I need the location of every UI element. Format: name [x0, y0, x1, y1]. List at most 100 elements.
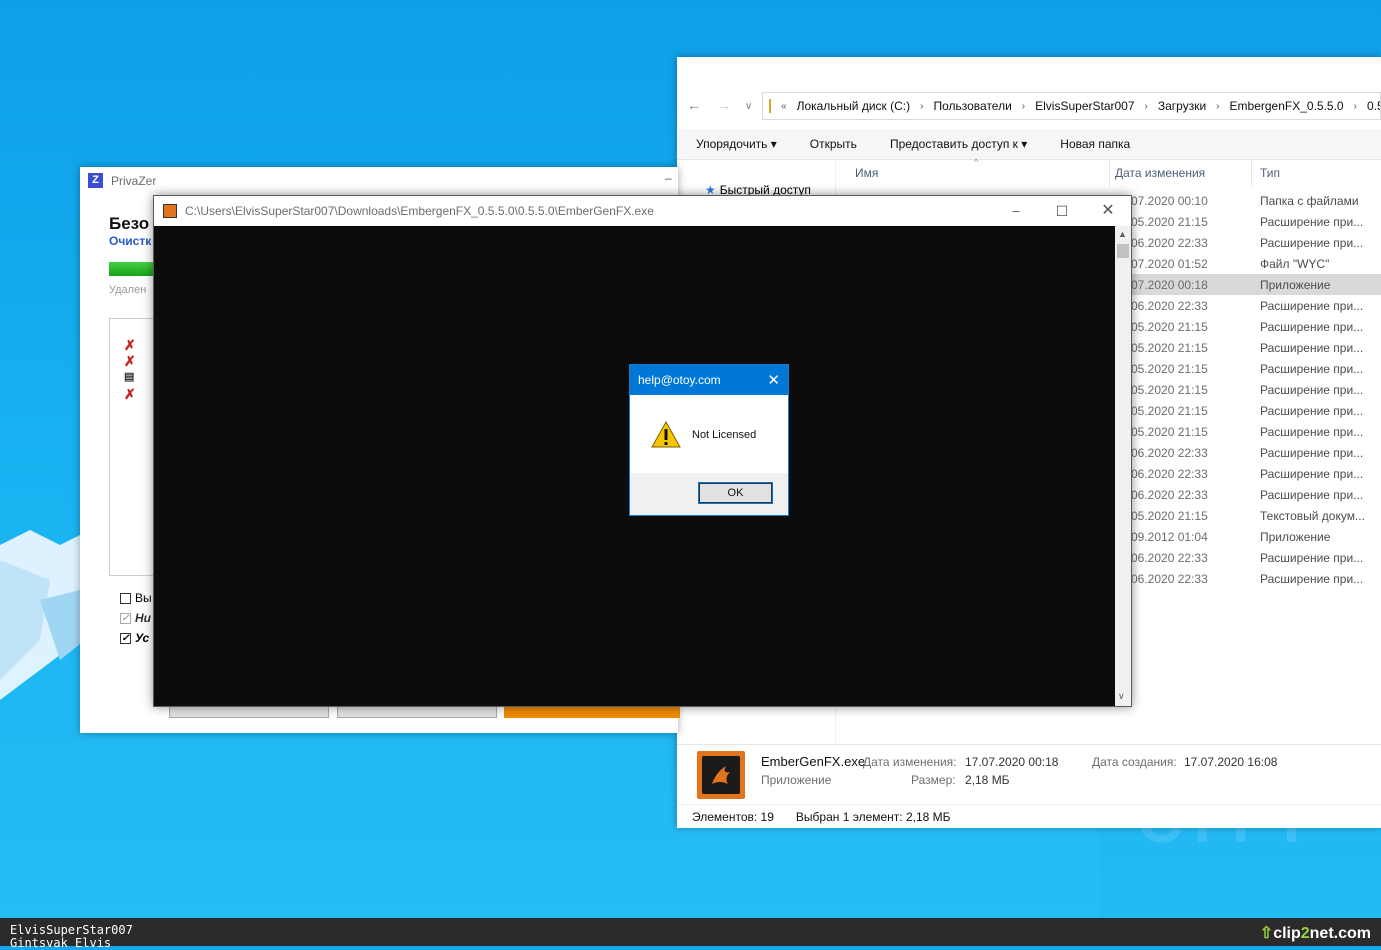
details-created-label: Дата создания:: [1092, 755, 1177, 769]
dialog-footer: OK: [630, 473, 788, 515]
file-row[interactable]: 05.2020 21:15 Текстовый докум...: [1129, 505, 1381, 526]
file-row[interactable]: 05.2020 21:15 Расширение при...: [1129, 211, 1381, 232]
warning-icon: [651, 421, 681, 448]
new-folder-button[interactable]: Новая папка: [1041, 137, 1144, 151]
minimize-icon[interactable]: –: [665, 171, 672, 185]
breadcrumb-separator-icon[interactable]: ›: [1354, 101, 1357, 112]
username-line2: Gintsvak Elvis: [10, 936, 112, 950]
checkbox-checked[interactable]: ✓: [120, 632, 131, 644]
scroll-up-arrow-icon[interactable]: ▲: [1118, 229, 1127, 239]
file-date: 06.2020 22:33: [1131, 298, 1208, 313]
file-row[interactable]: 09.2012 01:04 Приложение: [1129, 526, 1381, 547]
forward-arrow-icon[interactable]: →: [717, 97, 731, 113]
option-checkbox-3[interactable]: ✓ Ус: [120, 631, 149, 645]
overflow-chevron-icon[interactable]: «: [781, 101, 787, 112]
item-count: Элементов: 19: [692, 809, 774, 824]
dropdown-arrow-icon: ▾: [1021, 137, 1028, 151]
privazer-titlebar[interactable]: Z PrivaZer: [88, 173, 156, 188]
column-header-type[interactable]: Тип: [1260, 160, 1370, 186]
back-arrow-icon[interactable]: ←: [687, 97, 701, 113]
column-divider[interactable]: [1251, 160, 1252, 186]
progress-bar: [109, 262, 155, 276]
column-date-label: Дата изменения: [1115, 166, 1206, 180]
column-divider[interactable]: [1109, 160, 1110, 186]
scroll-thumb[interactable]: [1117, 244, 1129, 258]
file-row[interactable]: 06.2020 22:33 Расширение при...: [1129, 232, 1381, 253]
file-date: 06.2020 22:33: [1131, 487, 1208, 502]
breadcrumb-separator-icon[interactable]: ›: [1216, 101, 1219, 112]
watermark-part-b: 2: [1300, 925, 1310, 942]
file-row[interactable]: 07.2020 00:18 Приложение: [1129, 274, 1381, 295]
file-row[interactable]: 06.2020 22:33 Расширение при...: [1129, 484, 1381, 505]
option-checkbox-2[interactable]: ✓ Ни: [120, 611, 151, 625]
share-label: Предоставить доступ к: [889, 137, 1018, 151]
ok-button[interactable]: OK: [698, 482, 773, 504]
explorer-toolbar: Упорядочить ▾ Открыть Предоставить досту…: [677, 129, 1381, 160]
minimize-icon[interactable]: –: [993, 196, 1039, 226]
details-kind: Приложение: [761, 773, 832, 787]
column-header-name[interactable]: Имя: [855, 160, 1115, 186]
embergen-logo-icon: [702, 756, 740, 794]
option-label-1: Вы: [135, 591, 152, 605]
dialog-titlebar[interactable]: help@otoy.com: [630, 365, 788, 395]
file-row[interactable]: 06.2020 22:33 Расширение при...: [1129, 442, 1381, 463]
file-type: Приложение: [1260, 277, 1331, 292]
console-titlebar[interactable]: C:\Users\ElvisSuperStar007\Downloads\Emb…: [154, 196, 1131, 226]
column-name-label: Имя: [855, 166, 879, 180]
selection-info: Выбран 1 элемент: 2,18 МБ: [795, 809, 951, 824]
file-row[interactable]: 05.2020 21:15 Расширение при...: [1129, 400, 1381, 421]
close-icon[interactable]: ✕: [1085, 196, 1131, 226]
file-row[interactable]: 06.2020 22:33 Расширение при...: [1129, 295, 1381, 316]
vertical-scrollbar[interactable]: ▲ ∨: [1115, 226, 1131, 706]
breadcrumb-embergen[interactable]: EmbergenFX_0.5.5.0: [1230, 99, 1344, 113]
file-date: 07.2020 01:52: [1131, 256, 1208, 271]
file-row[interactable]: 07.2020 01:52 Файл "WYC": [1129, 253, 1381, 274]
open-button[interactable]: Открыть: [791, 137, 871, 151]
file-row[interactable]: 05.2020 21:15 Расширение при...: [1129, 358, 1381, 379]
column-header-date[interactable]: Дата изменения: [1115, 160, 1245, 186]
breadcrumb-drive[interactable]: Локальный диск (C:): [797, 99, 911, 113]
file-row[interactable]: 05.2020 21:15 Расширение при...: [1129, 316, 1381, 337]
option-checkbox-1[interactable]: Вы: [120, 591, 152, 605]
checkbox-disabled-checked: ✓: [120, 612, 131, 624]
breadcrumb-separator-icon[interactable]: ›: [1022, 101, 1025, 112]
sort-caret-icon: ^: [974, 157, 979, 167]
file-row[interactable]: 06.2020 22:33 Расширение при...: [1129, 547, 1381, 568]
breadcrumb-version[interactable]: 0.5.5.0: [1367, 99, 1380, 113]
option-label-2: Ни: [135, 611, 151, 625]
details-filename: EmberGenFX.exe: [761, 754, 866, 769]
breadcrumb-users[interactable]: Пользователи: [933, 99, 1011, 113]
share-menu[interactable]: Предоставить доступ к ▾: [871, 137, 1041, 151]
dropdown-arrow-icon: ▾: [770, 137, 777, 151]
breadcrumb-separator-icon[interactable]: ›: [920, 101, 923, 112]
scroll-down-arrow-icon[interactable]: ∨: [1118, 691, 1125, 702]
file-row[interactable]: 05.2020 21:15 Расширение при...: [1129, 421, 1381, 442]
breadcrumb-downloads[interactable]: Загрузки: [1158, 99, 1206, 113]
checkbox-empty[interactable]: [120, 592, 131, 604]
file-row[interactable]: 05.2020 21:15 Расширение при...: [1129, 337, 1381, 358]
user-overlay-bar: ElvisSuperStar007 Gintsvak Elvis ⇧clip2n…: [0, 918, 1381, 950]
breadcrumb-user[interactable]: ElvisSuperStar007: [1035, 99, 1134, 113]
file-row[interactable]: 06.2020 22:33 Расширение при...: [1129, 568, 1381, 589]
file-date: 05.2020 21:15: [1131, 382, 1208, 397]
address-bar[interactable]: « Локальный диск (C:) › Пользователи › E…: [762, 92, 1381, 120]
explorer-navbar: ← → ∨ « Локальный диск (C:) › Пользовате…: [677, 57, 1381, 129]
file-type: Расширение при...: [1260, 214, 1364, 229]
deleting-status: Удален: [109, 284, 147, 296]
file-date: 06.2020 22:33: [1131, 445, 1208, 460]
privazer-subheading: Очистк: [109, 234, 152, 248]
breadcrumb-separator-icon[interactable]: ›: [1145, 101, 1148, 112]
organize-menu[interactable]: Упорядочить ▾: [677, 137, 791, 151]
file-row[interactable]: 06.2020 22:33 Расширение при...: [1129, 463, 1381, 484]
file-date: 06.2020 22:33: [1131, 466, 1208, 481]
file-row[interactable]: 05.2020 21:15 Расширение при...: [1129, 379, 1381, 400]
column-type-label: Тип: [1260, 166, 1281, 180]
file-date: 05.2020 21:15: [1131, 508, 1208, 523]
file-row[interactable]: 07.2020 00:10 Папка с файлами: [1129, 190, 1381, 211]
details-created-value: 17.07.2020 16:08: [1184, 755, 1278, 769]
file-type: Расширение при...: [1260, 235, 1364, 250]
maximize-icon[interactable]: ☐: [1039, 196, 1085, 226]
privazer-title: PrivaZer: [111, 173, 157, 188]
close-icon[interactable]: ✕: [767, 371, 780, 389]
recent-chevron-icon[interactable]: ∨: [745, 101, 752, 112]
